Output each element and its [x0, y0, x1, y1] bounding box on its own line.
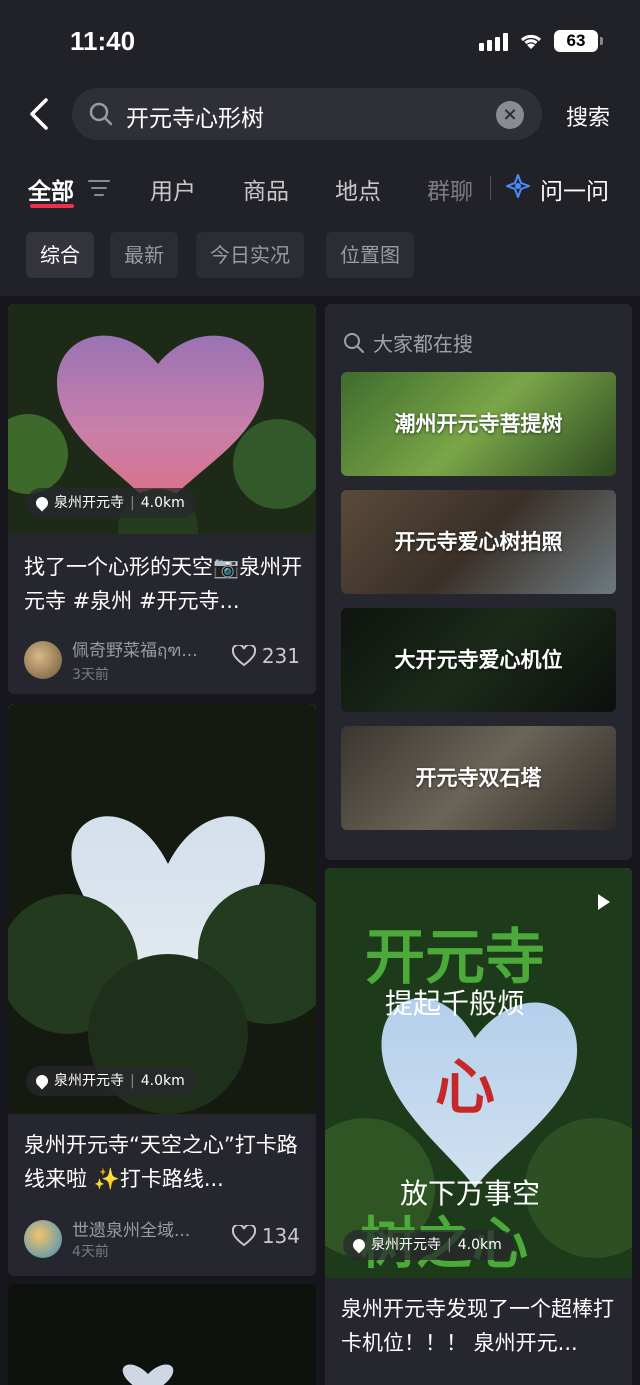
filter-icon[interactable]: [88, 178, 110, 198]
tab-groups[interactable]: 群聊: [427, 172, 479, 206]
wifi-icon: [520, 34, 542, 49]
hot-search-label: 开元寺双石塔: [415, 766, 542, 790]
card-author[interactable]: 世遗泉州全域... 4天前: [24, 1216, 190, 1261]
author-name: 世遗泉州全域...: [72, 1221, 191, 1241]
hot-search-item[interactable]: 开元寺爱心树拍照: [341, 490, 616, 594]
result-card[interactable]: 泉州开元寺 | 4.0km 找了一个心形的天空📷泉州开元寺 #泉州 #开元寺..…: [8, 304, 316, 694]
battery-icon: 63: [554, 30, 603, 52]
location-tag[interactable]: 泉州开元寺 | 4.0km: [26, 1066, 197, 1096]
back-icon[interactable]: [26, 96, 54, 132]
like-count: 231: [261, 644, 300, 668]
hot-searches-panel: 大家都在搜 潮州开元寺菩提树 开元寺爱心树拍照 大开元寺爱心机位 开元寺双石塔: [325, 304, 632, 860]
search-button[interactable]: 搜索: [566, 100, 610, 132]
chip-location-map[interactable]: 位置图: [326, 232, 414, 278]
hot-search-item[interactable]: 潮州开元寺菩提树: [341, 372, 616, 476]
heart-icon: [231, 1225, 256, 1247]
location-distance: 4.0km: [457, 1237, 502, 1253]
svg-text:心: 心: [435, 1053, 495, 1123]
card-photo: [8, 704, 316, 1114]
result-card[interactable]: 泉州开元寺 | 4.0km 泉州开元寺“天空之心”打卡路线来啦 ✨打卡路线...…: [8, 704, 316, 1276]
tab-products[interactable]: 商品: [243, 172, 289, 206]
chip-today-live[interactable]: 今日实况: [196, 232, 304, 278]
result-card[interactable]: [8, 1284, 316, 1385]
card-photo: 开元寺 提起千般烦 心 放下万事空 树之心: [325, 868, 632, 1278]
pin-icon: [33, 494, 51, 512]
svg-text:开元寺: 开元寺: [365, 923, 545, 993]
location-distance: 4.0km: [140, 495, 185, 511]
tab-places[interactable]: 地点: [335, 172, 381, 206]
clear-icon[interactable]: ×: [496, 101, 524, 129]
like-button[interactable]: 231: [231, 644, 300, 668]
search-input[interactable]: 开元寺心形树 ×: [72, 88, 542, 140]
card-title: 泉州开元寺“天空之心”打卡路线来啦 ✨打卡路线...: [24, 1133, 298, 1191]
pin-icon: [33, 1072, 51, 1090]
search-icon: [89, 102, 113, 126]
tab-all[interactable]: 全部: [28, 172, 74, 206]
pin-icon: [350, 1236, 368, 1254]
location-distance: 4.0km: [140, 1073, 185, 1089]
status-time: 11:40: [70, 26, 136, 56]
location-name: 泉州开元寺: [54, 495, 124, 511]
hot-search-item[interactable]: 开元寺双石塔: [341, 726, 616, 830]
tab-users[interactable]: 用户: [150, 172, 196, 206]
location-tag[interactable]: 泉州开元寺 | 4.0km: [343, 1230, 514, 1260]
card-photo: [8, 1284, 316, 1385]
post-time: 4天前: [72, 1244, 109, 1260]
svg-text:放下万事空: 放下万事空: [400, 1177, 540, 1210]
hot-search-label: 开元寺爱心树拍照: [394, 530, 563, 554]
hot-searches-title: 大家都在搜: [343, 328, 473, 357]
post-time: 3天前: [72, 667, 109, 683]
svg-text:提起千般烦: 提起千般烦: [385, 987, 525, 1020]
hot-search-label: 潮州开元寺菩提树: [394, 412, 563, 436]
avatar: [24, 1219, 62, 1258]
hot-search-label: 大开元寺爱心机位: [394, 648, 563, 672]
hot-searches-label: 大家都在搜: [373, 332, 473, 356]
result-card[interactable]: 开元寺 提起千般烦 心 放下万事空 树之心 泉州开元寺 | 4.0km 泉州开元…: [325, 868, 632, 1385]
results-feed: 泉州开元寺 | 4.0km 找了一个心形的天空📷泉州开元寺 #泉州 #开元寺..…: [0, 296, 640, 1385]
active-tab-indicator: [30, 204, 74, 208]
tab-ask[interactable]: 问一问: [540, 172, 609, 206]
signal-icon: [479, 31, 508, 51]
card-title: 泉州开元寺发现了一个超棒打卡机位！！！ 泉州开元...: [341, 1297, 614, 1355]
avatar: [24, 641, 62, 679]
like-button[interactable]: 134: [231, 1224, 300, 1248]
chip-latest[interactable]: 最新: [110, 232, 178, 278]
heart-icon: [231, 645, 256, 667]
search-icon: [344, 332, 364, 353]
hot-search-item[interactable]: 大开元寺爱心机位: [341, 608, 616, 712]
author-name: 佩奇野菜福ฤฑ...: [72, 641, 198, 661]
like-count: 134: [261, 1224, 300, 1248]
location-tag[interactable]: 泉州开元寺 | 4.0km: [26, 488, 197, 518]
search-query[interactable]: 开元寺心形树: [126, 99, 264, 133]
chip-comprehensive[interactable]: 综合: [26, 232, 94, 278]
tab-divider: [490, 176, 491, 200]
card-author[interactable]: 佩奇野菜福ฤฑ... 3天前: [24, 636, 198, 684]
ai-star-icon[interactable]: [505, 173, 531, 199]
search-header: 开元寺心形树 × 搜索 全部 用户 商品 地点 群聊 问一问 综合 最新 今日实…: [0, 84, 640, 296]
location-name: 泉州开元寺: [54, 1073, 124, 1089]
status-bar: 11:40 63: [0, 0, 640, 84]
play-icon: [598, 894, 610, 910]
card-title: 找了一个心形的天空📷泉州开元寺 #泉州 #开元寺...: [24, 555, 303, 613]
location-name: 泉州开元寺: [371, 1237, 441, 1253]
